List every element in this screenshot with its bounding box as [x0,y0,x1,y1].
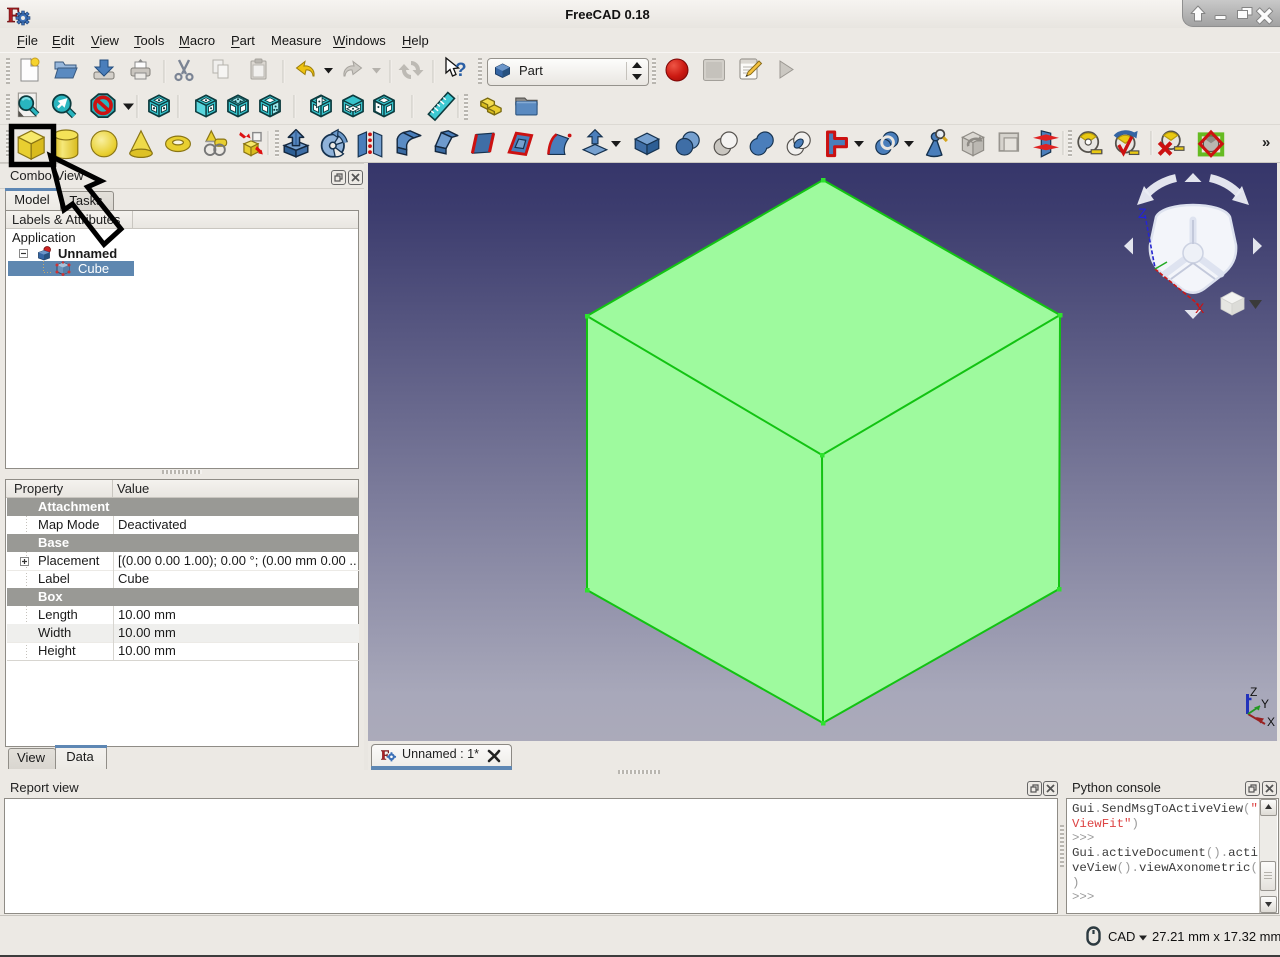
svg-text:Y: Y [1261,697,1269,711]
svg-text:Z: Z [1138,205,1147,221]
svg-text:Z: Z [1250,685,1257,699]
svg-text:»: » [1262,134,1270,151]
svg-text:X: X [1267,715,1275,729]
svg-text:F: F [381,747,389,762]
svg-text:X: X [1195,300,1205,316]
svg-text:?: ? [455,60,467,81]
